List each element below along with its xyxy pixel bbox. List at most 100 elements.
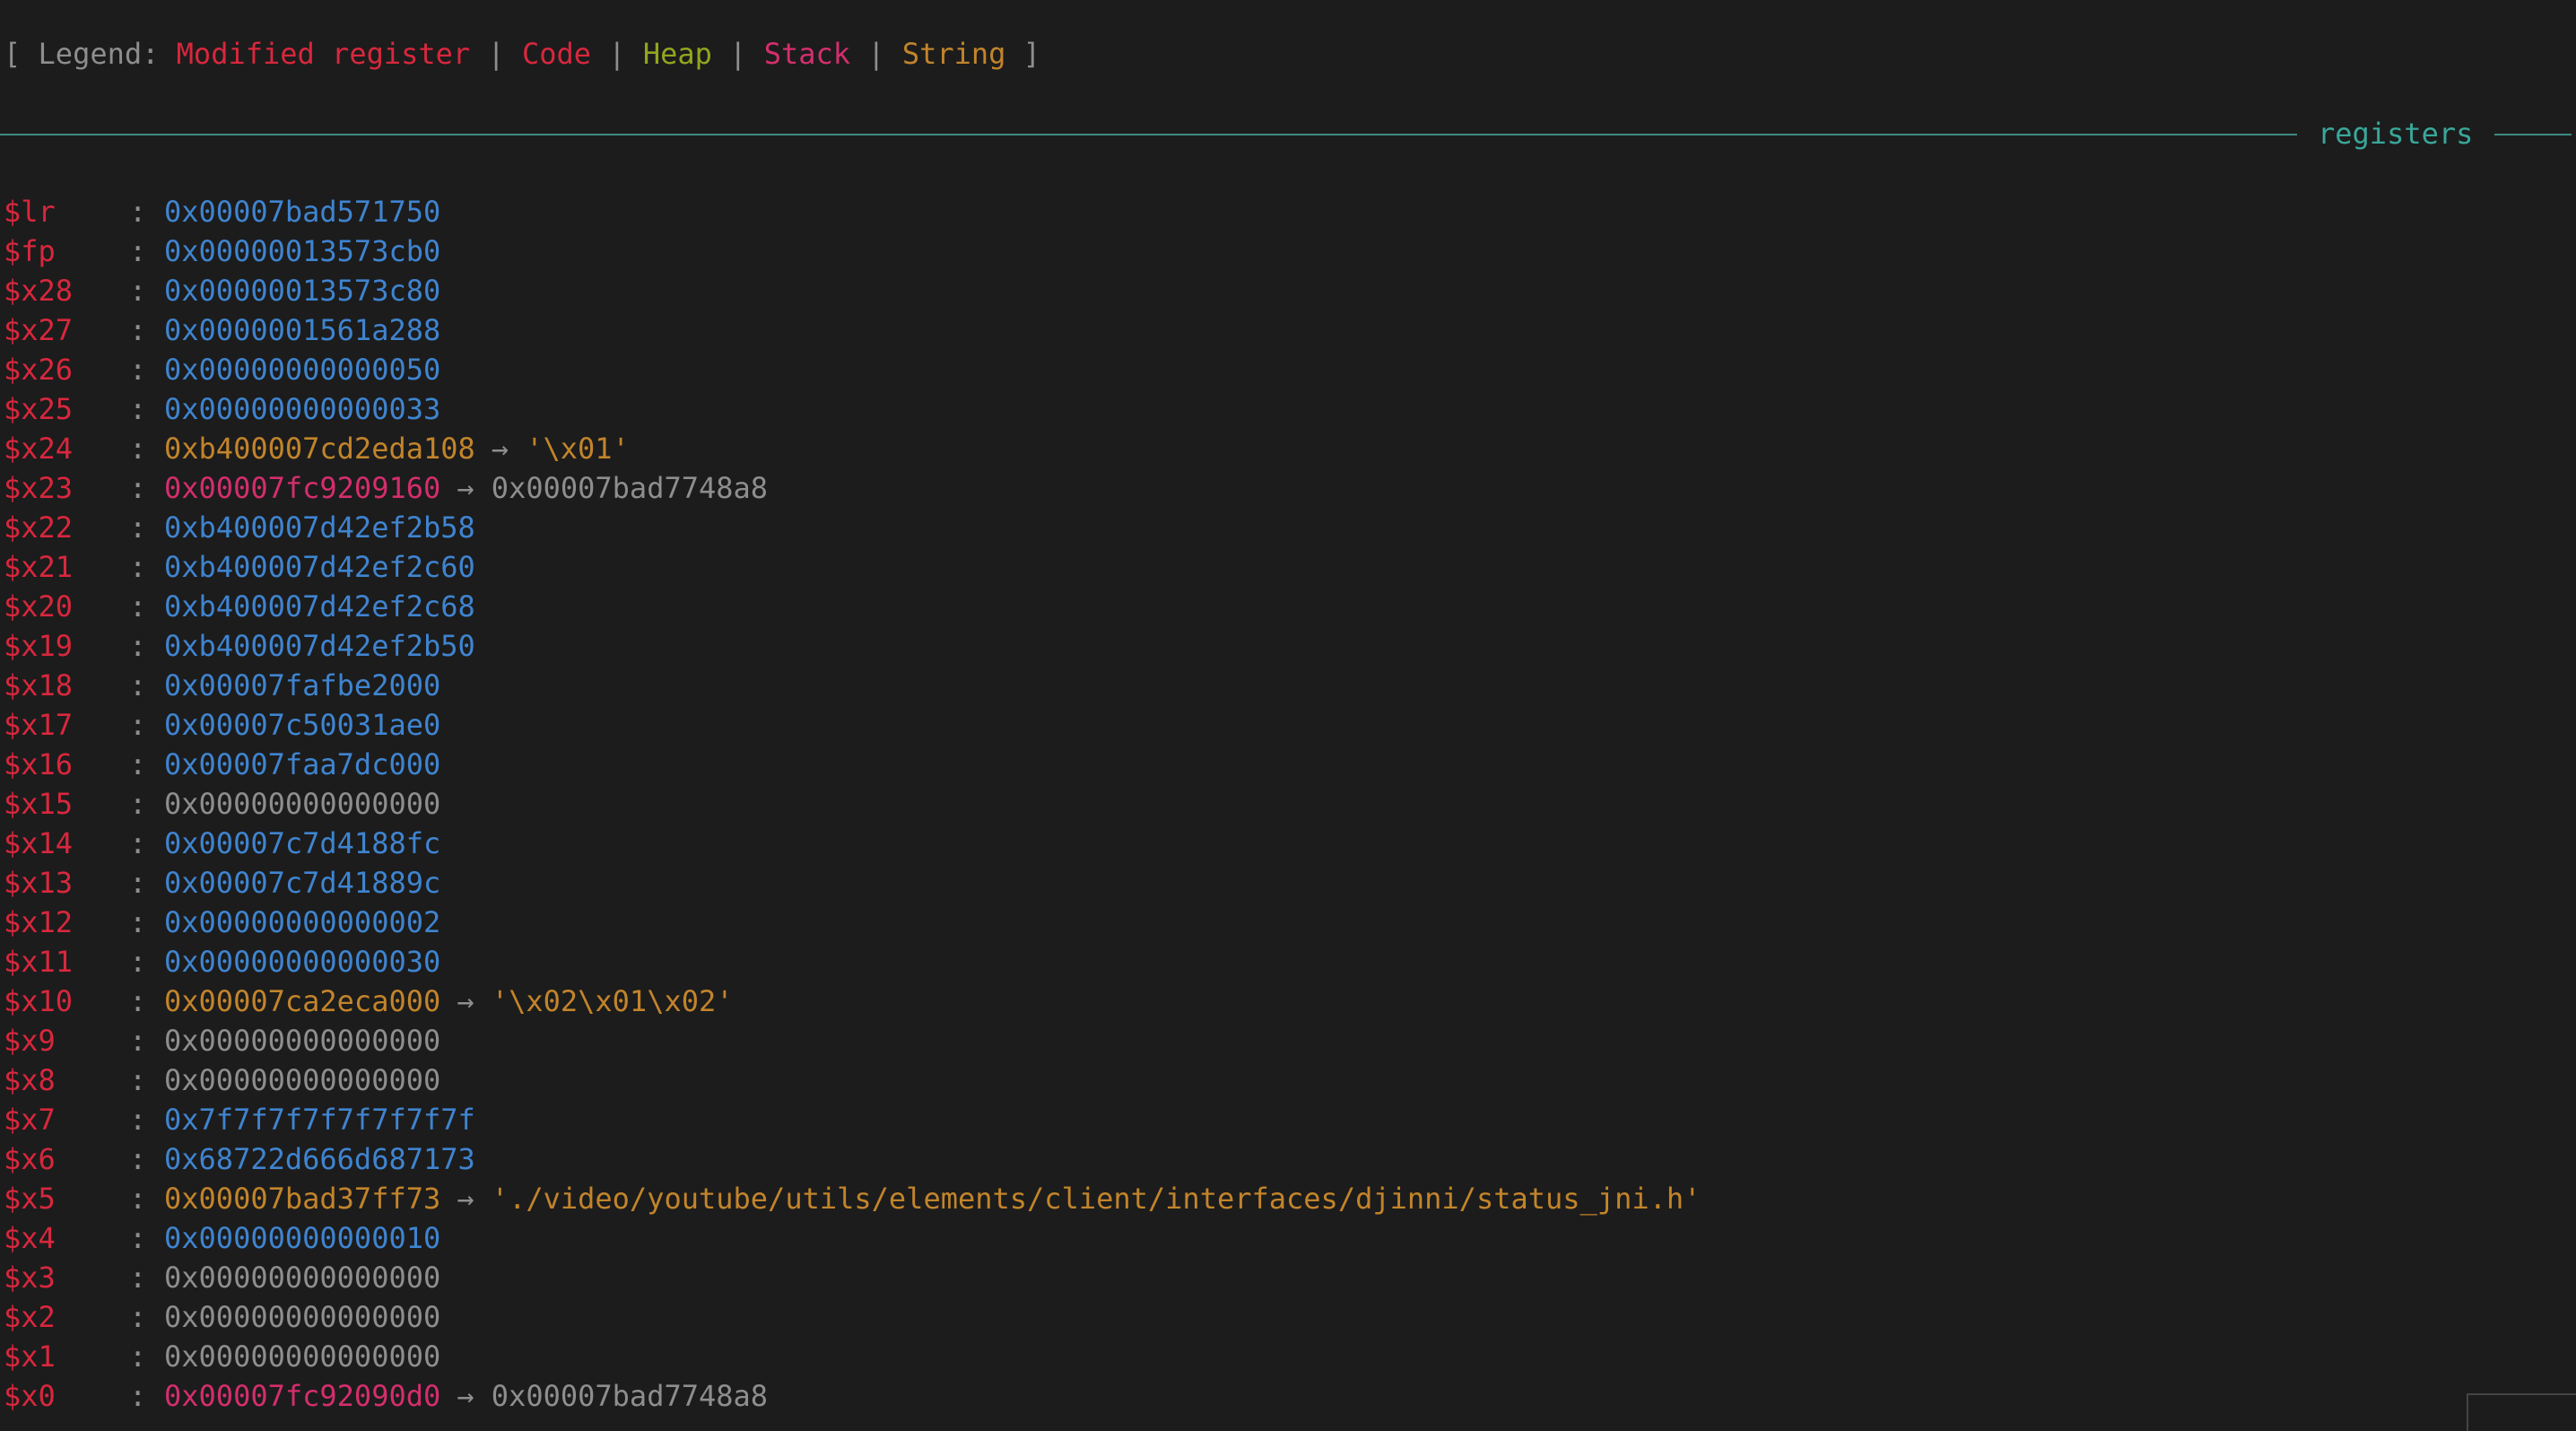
register-name: $x25 [4,392,74,426]
register-colon: : [129,984,147,1018]
register-name: $x5 [4,1182,56,1216]
legend-separator: | [850,37,902,71]
register-colon: : [129,1142,147,1176]
register-colon: : [129,1103,147,1137]
legend-open: [ Legend: [4,37,177,71]
register-value: 0x00007ca2eca000 [164,984,441,1018]
register-colon: : [129,274,147,308]
register-name: $x9 [4,1024,56,1058]
deref-arrow-icon: → [457,471,474,505]
legend-bar: [ Legend: Modified register | Code | Hea… [4,34,1040,74]
register-name: $x27 [4,313,74,347]
register-name: $x19 [4,629,74,663]
register-name: $x12 [4,905,74,939]
register-value: 0xb400007d42ef2c68 [164,589,475,624]
register-value: 0x00007bad571750 [164,195,441,229]
register-deref-value: 0x00007bad7748a8 [491,471,769,505]
register-name: $x14 [4,826,74,860]
register-name: $x20 [4,589,74,624]
deref-arrow-icon: → [457,1379,474,1413]
register-value: 0x00007c7d4188fc [164,826,441,860]
register-deref-value: '\x02\x01\x02' [491,984,734,1018]
register-value: 0xb400007d42ef2b50 [164,629,475,663]
legend-code: Code [521,37,592,71]
register-name: $x18 [4,668,74,702]
register-name: $x7 [4,1103,56,1137]
register-colon: : [129,866,147,900]
register-value: 0x00000000000033 [164,392,441,426]
register-name: $x15 [4,787,74,821]
register-name: $x1 [4,1339,56,1374]
register-name: $x24 [4,432,74,466]
register-colon: : [129,195,147,229]
register-value: 0x00007c50031ae0 [164,708,441,742]
register-name: $x3 [4,1261,56,1295]
register-colon: : [129,1261,147,1295]
register-value: 0x00007fafbe2000 [164,668,441,702]
register-value: 0x00000000000000 [164,1024,441,1058]
register-value: 0x00000013573c80 [164,274,441,308]
register-name: $x10 [4,984,74,1018]
register-value: 0x00007fc92090d0 [164,1379,441,1413]
register-colon: : [129,234,147,268]
register-colon: : [129,905,147,939]
register-value: 0x00000000000030 [164,945,441,979]
register-colon: : [129,313,147,347]
register-name: $x8 [4,1063,56,1097]
register-colon: : [129,668,147,702]
register-name: $x13 [4,866,74,900]
register-value: 0xb400007d42ef2b58 [164,510,475,545]
section-divider-right [2494,134,2572,135]
register-value: 0x00000000000002 [164,905,441,939]
deref-arrow-icon: → [491,432,509,466]
legend-close: ] [1005,37,1040,71]
register-colon: : [129,787,147,821]
legend-separator: | [591,37,643,71]
deref-arrow-icon: → [457,984,474,1018]
register-deref-value: '\x01' [526,432,630,466]
register-deref-value: 0x00007bad7748a8 [491,1379,769,1413]
register-name: $lr [4,195,56,229]
register-colon: : [129,1182,147,1216]
register-value: 0x0000001561a288 [164,313,441,347]
section-divider-left [0,134,2297,135]
register-value: 0x00007faa7dc000 [164,747,441,781]
register-value: 0x00000000000000 [164,1339,441,1374]
terminal-corner-box [2467,1393,2576,1431]
register-value: 0x00000000000000 [164,1063,441,1097]
register-colon: : [129,471,147,505]
register-colon: : [129,432,147,466]
register-value: 0x00007bad37ff73 [164,1182,441,1216]
register-value: 0x00000000000000 [164,1261,441,1295]
legend-modified-register: Modified register [176,37,471,71]
register-name: $x28 [4,274,74,308]
register-value: 0x7f7f7f7f7f7f7f7f [164,1103,475,1137]
register-value: 0x00000000000010 [164,1221,441,1255]
register-colon: : [129,550,147,584]
register-colon: : [129,708,147,742]
legend-separator: | [711,37,764,71]
register-colon: : [129,747,147,781]
register-name: $x6 [4,1142,56,1176]
legend-stack: Stack [763,37,851,71]
deref-arrow-icon: → [457,1182,474,1216]
register-colon: : [129,589,147,624]
register-name: $x23 [4,471,74,505]
register-name: $x26 [4,353,74,387]
register-name: $x21 [4,550,74,584]
register-colon: : [129,826,147,860]
register-value: 0x00007fc9209160 [164,471,441,505]
legend-string: String [901,37,1006,71]
register-value: 0x00000000000000 [164,787,441,821]
register-name: $x22 [4,510,74,545]
register-colon: : [129,1300,147,1334]
register-colon: : [129,1024,147,1058]
register-value: 0x00000013573cb0 [164,234,441,268]
register-name: $x0 [4,1379,56,1413]
register-deref-value: './video/youtube/utils/elements/client/i… [491,1182,1701,1216]
register-colon: : [129,1379,147,1413]
register-colon: : [129,1063,147,1097]
register-colon: : [129,945,147,979]
section-title-registers: registers [2318,117,2474,151]
register-value: 0xb400007d42ef2c60 [164,550,475,584]
